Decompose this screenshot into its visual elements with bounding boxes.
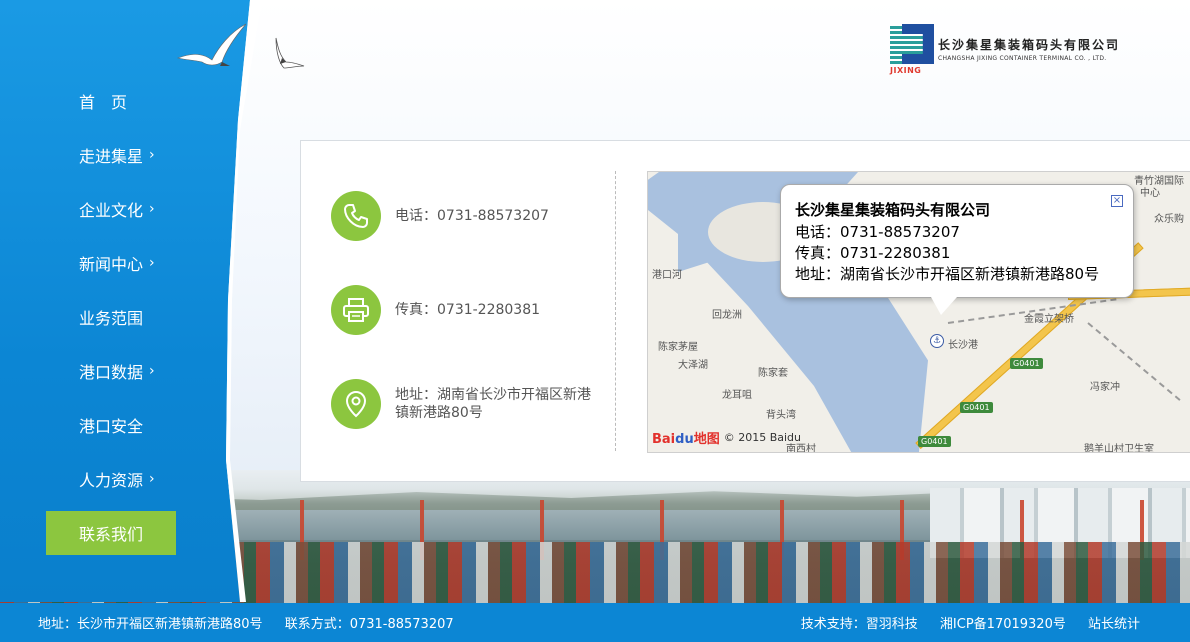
map-label: 龙耳咀 <box>722 390 752 401</box>
map-label: 中心 <box>1140 188 1160 199</box>
map-info-window: × 长沙集星集装箱码头有限公司 电话：0731-88573207 传真：0731… <box>780 184 1134 315</box>
nav-item-contact[interactable]: 联系我们 <box>46 511 176 555</box>
map-label: 背头湾 <box>766 410 796 421</box>
map-label: 鹅羊山村卫生室 <box>1084 444 1154 453</box>
popup-address: 地址：湖南省长沙市开福区新港镇新港路80号 <box>795 265 1100 283</box>
location-pin-icon <box>331 379 381 429</box>
close-icon[interactable]: × <box>1111 195 1123 207</box>
chevron-right-icon: › <box>149 201 155 217</box>
nav-item-hr[interactable]: 人力资源 › <box>46 452 196 506</box>
nav-item-label: 新闻中心 <box>79 255 144 274</box>
highway-shield: G0401 <box>1010 358 1043 369</box>
contact-card: 电话：0731-88573207 传真：0731-2280381 地址：湖南省长… <box>300 140 1190 482</box>
nav-item-culture[interactable]: 企业文化 › <box>46 182 196 236</box>
nav-item-label: 走进集星 <box>79 147 144 166</box>
footer-icp[interactable]: 湘ICP备17019320号 <box>940 617 1066 632</box>
nav-item-business[interactable]: 业务范围 <box>46 290 196 344</box>
main-nav: 首 页 走进集星 › 企业文化 › 新闻中心 › 业务范围 港口数据 › 港口安全 人力… <box>46 74 196 555</box>
map-label: 众乐购 <box>1154 214 1184 225</box>
map-label: 陈家套 <box>758 368 788 379</box>
contact-phone: 电话：0731-88573207 <box>395 208 549 224</box>
chevron-right-icon: › <box>149 363 155 379</box>
nav-item-label: 联系我们 <box>79 525 144 544</box>
map-label: 陈家茅屋 <box>658 342 698 353</box>
anchor-icon[interactable]: ⚓ <box>930 334 944 348</box>
map-label: 长沙港 <box>948 340 978 351</box>
contact-address: 地址：湖南省长沙市开福区新港镇新港路80号 <box>395 387 591 421</box>
printer-icon <box>331 285 381 335</box>
map-label: 金霞立架桥 <box>1024 314 1074 325</box>
logo-wordmark: JIXING <box>890 66 922 75</box>
company-logo[interactable]: JIXING 长沙集星集装箱码头有限公司 CHANGSHA JIXING CON… <box>890 24 1120 76</box>
nav-item-label: 企业文化 <box>79 201 144 220</box>
seagull-icon <box>176 23 247 66</box>
map-copyright: © 2015 Baidu <box>723 431 802 444</box>
nav-item-label: 首 页 <box>79 93 128 112</box>
popup-title: 长沙集星集装箱码头有限公司 <box>795 201 991 219</box>
company-name-cn: 长沙集星集装箱码头有限公司 <box>938 38 1121 52</box>
nav-item-label: 人力资源 <box>79 471 144 490</box>
logo-mark: JIXING <box>890 24 934 76</box>
seagull-icon <box>275 37 305 69</box>
map-label: 港口河 <box>652 270 682 281</box>
nav-item-about[interactable]: 走进集星 › <box>46 128 196 182</box>
nav-item-label: 港口数据 <box>79 363 144 382</box>
nav-item-label: 业务范围 <box>79 309 144 328</box>
footer-contact: 联系方式：0731-88573207 <box>284 617 454 632</box>
divider <box>615 171 616 451</box>
nav-item-label: 港口安全 <box>79 417 144 436</box>
contact-address-row: 地址：湖南省长沙市开福区新港镇新港路80号 <box>331 379 595 429</box>
highway-shield: G0401 <box>918 436 951 447</box>
nav-item-home[interactable]: 首 页 <box>46 74 196 128</box>
contact-phone-row: 电话：0731-88573207 <box>331 191 595 241</box>
baidu-attribution[interactable]: Baidu地图 © 2015 Baidu <box>652 428 801 447</box>
footer: 地址：长沙市开福区新港镇新港路80号 联系方式：0731-88573207 技术… <box>0 603 1190 642</box>
footer-stats-link[interactable]: 站长统计 <box>1088 617 1140 632</box>
popup-fax: 传真：0731-2280381 <box>795 244 951 262</box>
contact-fax-row: 传真：0731-2280381 <box>331 285 595 335</box>
map-label: 大泽湖 <box>678 360 708 371</box>
nav-item-safety[interactable]: 港口安全 <box>46 398 196 452</box>
highway-shield: G0401 <box>960 402 993 413</box>
map-label: 回龙洲 <box>712 310 742 321</box>
map-label: 冯家冲 <box>1090 382 1120 393</box>
footer-address: 地址：长沙市开福区新港镇新港路80号 <box>38 617 263 632</box>
baidu-map[interactable]: 青竹湖国际 中心 众乐购 港口河 回龙洲 陈家茅屋 大泽湖 陈家套 龙耳咀 背头… <box>647 171 1190 453</box>
footer-tech-support[interactable]: 技术支持：習羽科技 <box>801 617 918 632</box>
contact-fax: 传真：0731-2280381 <box>395 302 541 318</box>
popup-phone: 电话：0731-88573207 <box>795 223 960 241</box>
baidu-logo: Baidu地图 <box>652 432 720 447</box>
nav-item-port-data[interactable]: 港口数据 › <box>46 344 196 398</box>
company-name-en: CHANGSHA JIXING CONTAINER TERMINAL CO. ,… <box>938 55 1107 62</box>
nav-item-news[interactable]: 新闻中心 › <box>46 236 196 290</box>
chevron-right-icon: › <box>149 471 155 487</box>
chevron-right-icon: › <box>149 147 155 163</box>
phone-icon <box>331 191 381 241</box>
chevron-right-icon: › <box>149 255 155 271</box>
